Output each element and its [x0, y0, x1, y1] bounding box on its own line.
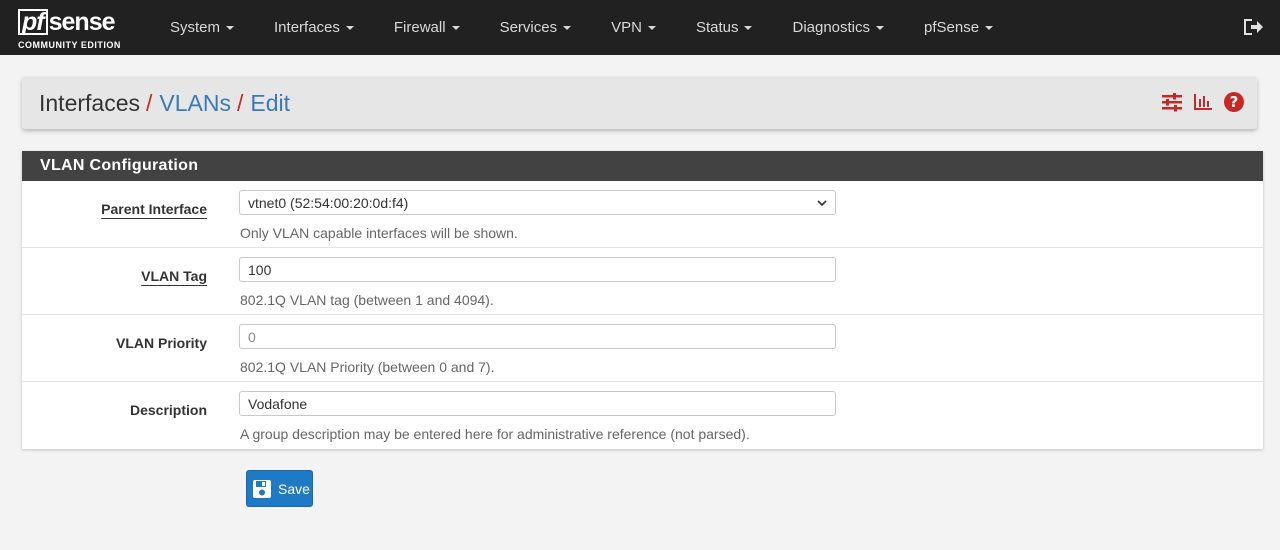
caret-down-icon: [647, 25, 656, 30]
settings-sliders-icon[interactable]: [1161, 92, 1183, 112]
caret-down-icon: [226, 25, 235, 30]
nav-system[interactable]: System: [150, 0, 254, 55]
save-button[interactable]: Save: [246, 470, 313, 507]
form-row-vlan-tag: VLAN Tag 100 802.1Q VLAN tag (between 1 …: [22, 248, 1263, 315]
logo-edition: COMMUNITY EDITION: [18, 40, 121, 50]
panel-title: VLAN Configuration: [22, 151, 1263, 181]
breadcrumb-vlans-link[interactable]: VLANs: [159, 90, 231, 116]
save-button-label: Save: [278, 480, 310, 497]
nav-label: Services: [499, 19, 558, 36]
form-row-parent-interface: Parent Interface vtnet0 (52:54:00:20:0d:…: [22, 181, 1263, 248]
vlan-configuration-panel: VLAN Configuration Parent Interface vtne…: [22, 151, 1263, 449]
description-label: Description: [129, 402, 207, 418]
nav-label: VPN: [611, 19, 642, 36]
caret-down-icon: [744, 25, 753, 30]
help-icon[interactable]: ?: [1223, 91, 1245, 113]
nav-diagnostics[interactable]: Diagnostics: [772, 0, 904, 55]
breadcrumb-separator: /: [236, 89, 244, 116]
logo-name: sense: [48, 8, 116, 36]
nav-label: Interfaces: [274, 19, 340, 36]
breadcrumb-edit-link[interactable]: Edit: [250, 90, 290, 116]
caret-down-icon: [563, 25, 572, 30]
parent-interface-label: Parent Interface: [101, 201, 207, 217]
vlan-tag-value: 100: [248, 261, 272, 278]
breadcrumb-separator: /: [146, 89, 153, 116]
nav-interfaces[interactable]: Interfaces: [254, 0, 374, 55]
form-row-vlan-priority: VLAN Priority 0 802.1Q VLAN Priority (be…: [22, 315, 1263, 382]
nav-label: Status: [695, 19, 739, 36]
logout-icon[interactable]: [1242, 17, 1264, 37]
nav-label: pfSense: [924, 19, 980, 36]
breadcrumb-interfaces: Interfaces: [39, 89, 140, 116]
pfsense-logo[interactable]: pf sense COMMUNITY EDITION: [0, 0, 150, 55]
vlan-tag-label: VLAN Tag: [141, 268, 207, 284]
caret-down-icon: [876, 25, 885, 30]
nav-services[interactable]: Services: [480, 0, 592, 55]
nav-label: Firewall: [393, 19, 446, 36]
vlan-tag-help: 802.1Q VLAN tag (between 1 and 4094).: [240, 292, 494, 308]
caret-down-icon: [451, 25, 460, 30]
nav-label: Diagnostics: [792, 19, 871, 36]
logo-wordmark: pf sense: [18, 8, 115, 37]
chevron-down-icon: [817, 200, 827, 207]
nav-firewall[interactable]: Firewall: [374, 0, 480, 55]
logo-prefix: pf: [18, 9, 48, 35]
form-row-description: Description Vodafone A group description…: [22, 382, 1263, 449]
vlan-tag-input[interactable]: 100: [239, 257, 836, 282]
parent-interface-select[interactable]: vtnet0 (52:54:00:20:0d:f4): [239, 190, 836, 215]
vlan-priority-placeholder: 0: [248, 328, 256, 345]
nav-label: System: [170, 19, 221, 36]
vlan-priority-help: 802.1Q VLAN Priority (between 0 and 7).: [240, 359, 495, 375]
svg-text:?: ?: [1230, 93, 1239, 111]
description-input[interactable]: Vodafone: [239, 391, 836, 416]
description-help: A group description may be entered here …: [240, 426, 750, 442]
top-navbar: pf sense COMMUNITY EDITION System Interfa…: [0, 0, 1280, 55]
caret-down-icon: [345, 25, 354, 30]
breadcrumb-shortcuts: ?: [1161, 91, 1245, 113]
nav-vpn[interactable]: VPN: [591, 0, 676, 55]
breadcrumb: Interfaces / VLANs / Edit ?: [22, 77, 1257, 129]
vlan-priority-input[interactable]: 0: [239, 324, 836, 349]
caret-down-icon: [985, 25, 994, 30]
breadcrumb-trail: Interfaces / VLANs / Edit: [39, 90, 290, 117]
bar-chart-icon[interactable]: [1193, 93, 1213, 111]
parent-interface-value: vtnet0 (52:54:00:20:0d:f4): [248, 194, 409, 211]
nav-pfsense[interactable]: pfSense: [904, 0, 1013, 55]
vlan-priority-label: VLAN Priority: [115, 335, 207, 351]
nav-status[interactable]: Status: [676, 0, 773, 55]
main-nav: System Interfaces Firewall Services VPN …: [150, 0, 1013, 55]
save-disk-icon: [253, 479, 271, 498]
parent-interface-help: Only VLAN capable interfaces will be sho…: [240, 225, 518, 241]
description-value: Vodafone: [248, 395, 308, 412]
